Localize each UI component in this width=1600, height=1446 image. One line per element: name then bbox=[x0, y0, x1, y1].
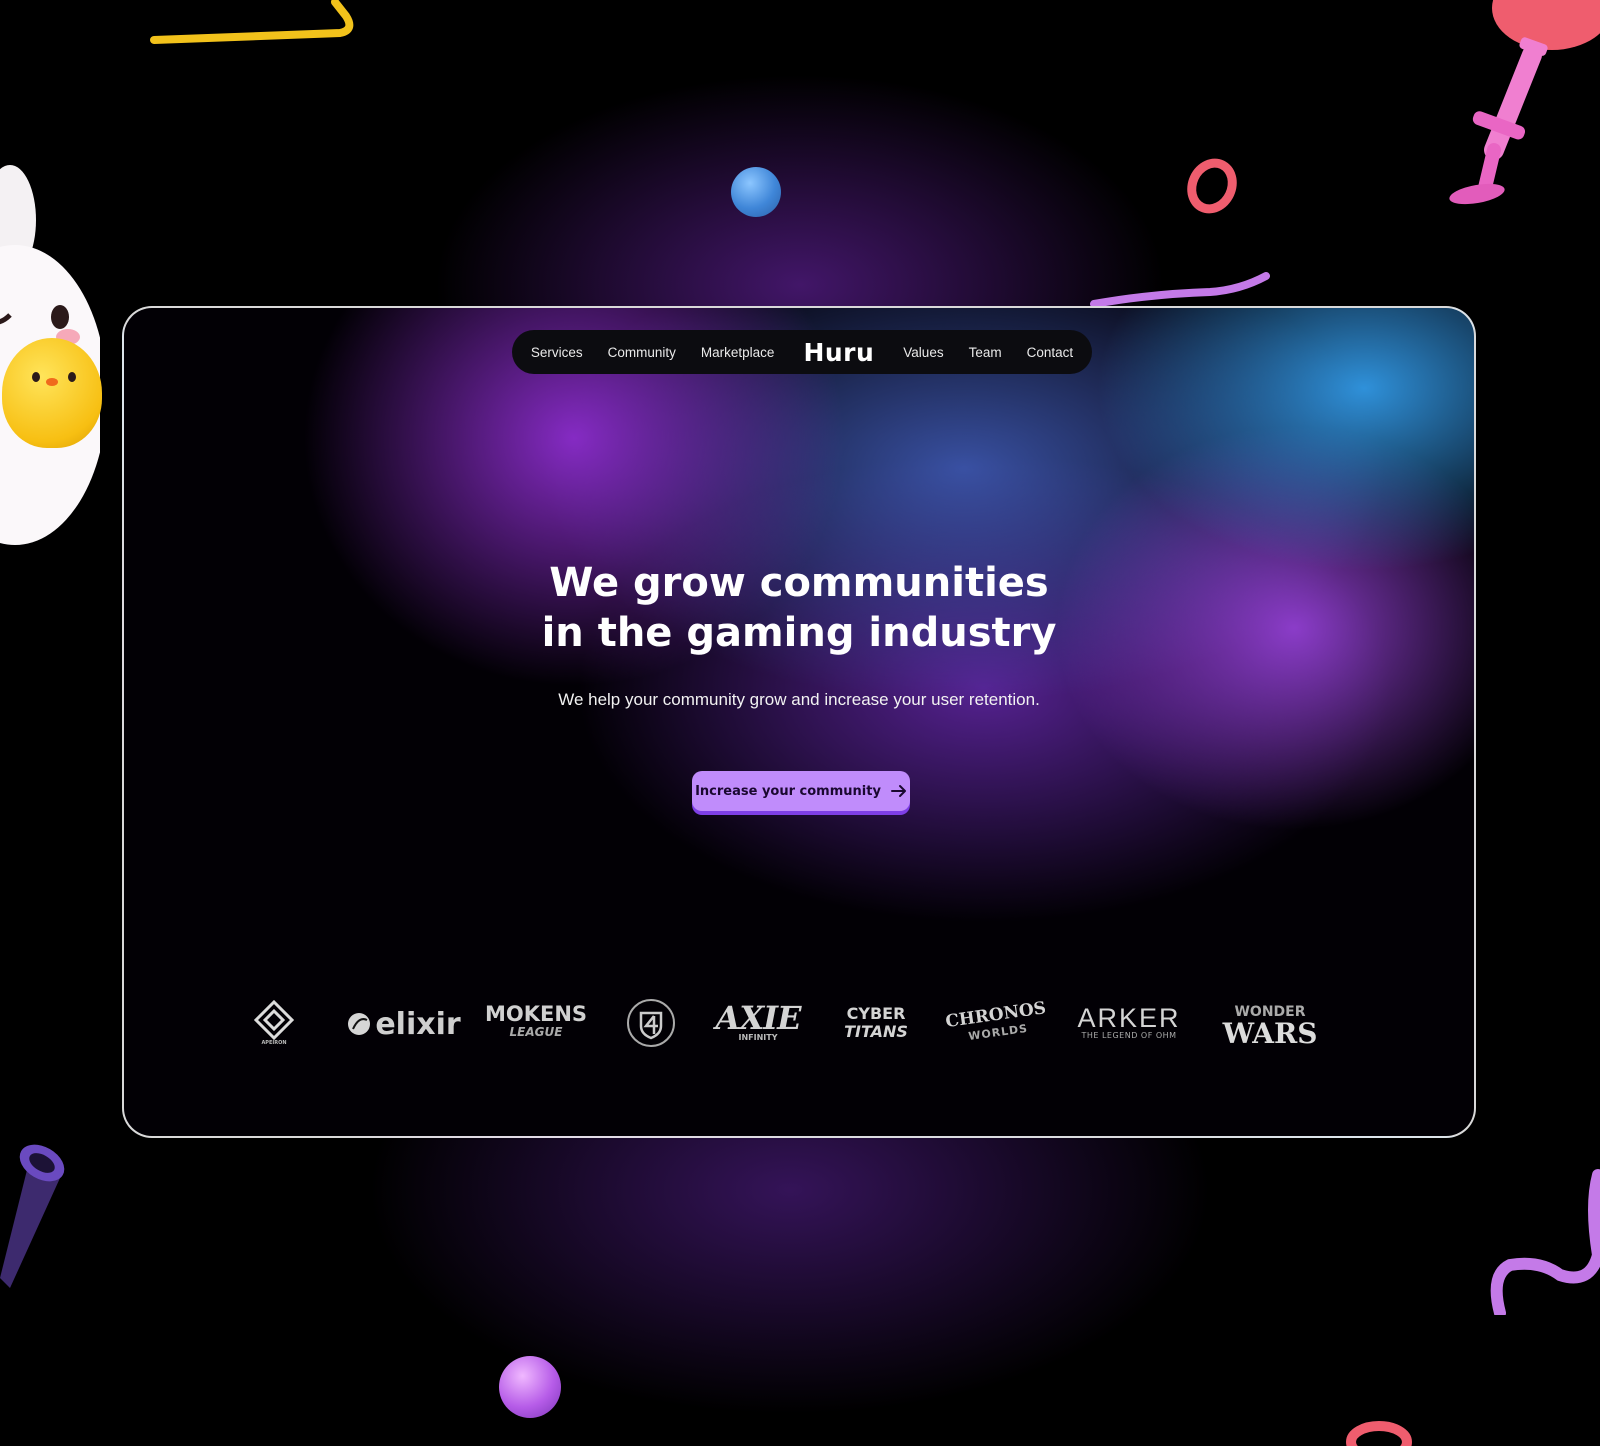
partner-logo-apeiron: APEIRON bbox=[252, 998, 296, 1048]
partner-logo-wonder-wars: WONDER WARS bbox=[1222, 996, 1318, 1050]
partner-logo-shield bbox=[626, 998, 676, 1048]
nav-link-contact[interactable]: Contact bbox=[1027, 345, 1074, 360]
axie-label: AXIE bbox=[715, 999, 801, 1037]
wars-label: WARS bbox=[1222, 1017, 1318, 1050]
hero-heading-line-2: in the gaming industry bbox=[541, 610, 1057, 656]
arker-tagline: THE LEGEND OF OHM bbox=[1081, 1031, 1177, 1040]
yellow-hanger-decoration bbox=[150, 0, 354, 44]
cyber-label: CYBER bbox=[846, 1004, 906, 1023]
partner-logos-row: APEIRON elixir MOKENS LEAGUE AXIE INFINI… bbox=[124, 996, 1474, 1058]
red-ring-decoration bbox=[1178, 150, 1246, 222]
purple-ball-decoration bbox=[499, 1356, 561, 1418]
hero-heading: We grow communities in the gaming indust… bbox=[124, 558, 1474, 658]
partner-logo-cyber-titans: CYBER TITANS bbox=[840, 1000, 912, 1046]
balloon-pump-decoration bbox=[1449, 0, 1600, 205]
nav-link-marketplace[interactable]: Marketplace bbox=[701, 345, 775, 360]
megaphone-decoration bbox=[0, 1144, 65, 1288]
partner-logo-axie-infinity: AXIE INFINITY bbox=[708, 996, 808, 1050]
league-label: LEAGUE bbox=[509, 1025, 563, 1039]
partner-logo-chronos-worlds: CHRONOS WORLDS bbox=[944, 994, 1047, 1054]
partner-logo-mokens-league: MOKENS LEAGUE bbox=[484, 1000, 588, 1046]
titans-label: TITANS bbox=[844, 1022, 908, 1041]
nav-link-services[interactable]: Services bbox=[531, 345, 583, 360]
apeiron-label: APEIRON bbox=[261, 1040, 287, 1046]
hero-card: Services Community Marketplace Huru Valu… bbox=[122, 306, 1476, 1138]
partner-logo-elixir: elixir bbox=[346, 1004, 462, 1044]
red-ring-bottom-decoration bbox=[1346, 1421, 1412, 1446]
shield-emblem-icon bbox=[627, 999, 675, 1047]
increase-community-button[interactable]: Increase your community bbox=[692, 771, 910, 811]
nav-link-values[interactable]: Values bbox=[903, 345, 943, 360]
arrow-right-icon bbox=[890, 785, 906, 797]
top-navigation: Services Community Marketplace Huru Valu… bbox=[512, 330, 1092, 374]
infinity-label: INFINITY bbox=[738, 1033, 778, 1042]
nav-link-team[interactable]: Team bbox=[969, 345, 1002, 360]
brand-logo[interactable]: Huru bbox=[803, 338, 874, 367]
purple-squiggle-decoration bbox=[1490, 1169, 1600, 1315]
mokens-label: MOKENS bbox=[484, 1002, 588, 1026]
purple-tube-decoration bbox=[1090, 272, 1270, 308]
page: Services Community Marketplace Huru Valu… bbox=[0, 0, 1600, 1446]
partner-logo-arker: ARKER THE LEGEND OF OHM bbox=[1074, 1002, 1184, 1044]
elixir-label: elixir bbox=[375, 1006, 461, 1042]
chick-mascot-decoration bbox=[2, 338, 102, 448]
arker-label: ARKER bbox=[1077, 1003, 1181, 1033]
elixir-circle-icon bbox=[348, 1013, 371, 1035]
cta-label: Increase your community bbox=[695, 783, 881, 799]
nav-link-community[interactable]: Community bbox=[608, 345, 676, 360]
hero-subtitle: We help your community grow and increase… bbox=[558, 690, 1040, 709]
blue-ball-decoration bbox=[731, 167, 781, 217]
hero-heading-line-1: We grow communities bbox=[549, 560, 1049, 606]
apeiron-diamond-icon bbox=[254, 1000, 294, 1040]
